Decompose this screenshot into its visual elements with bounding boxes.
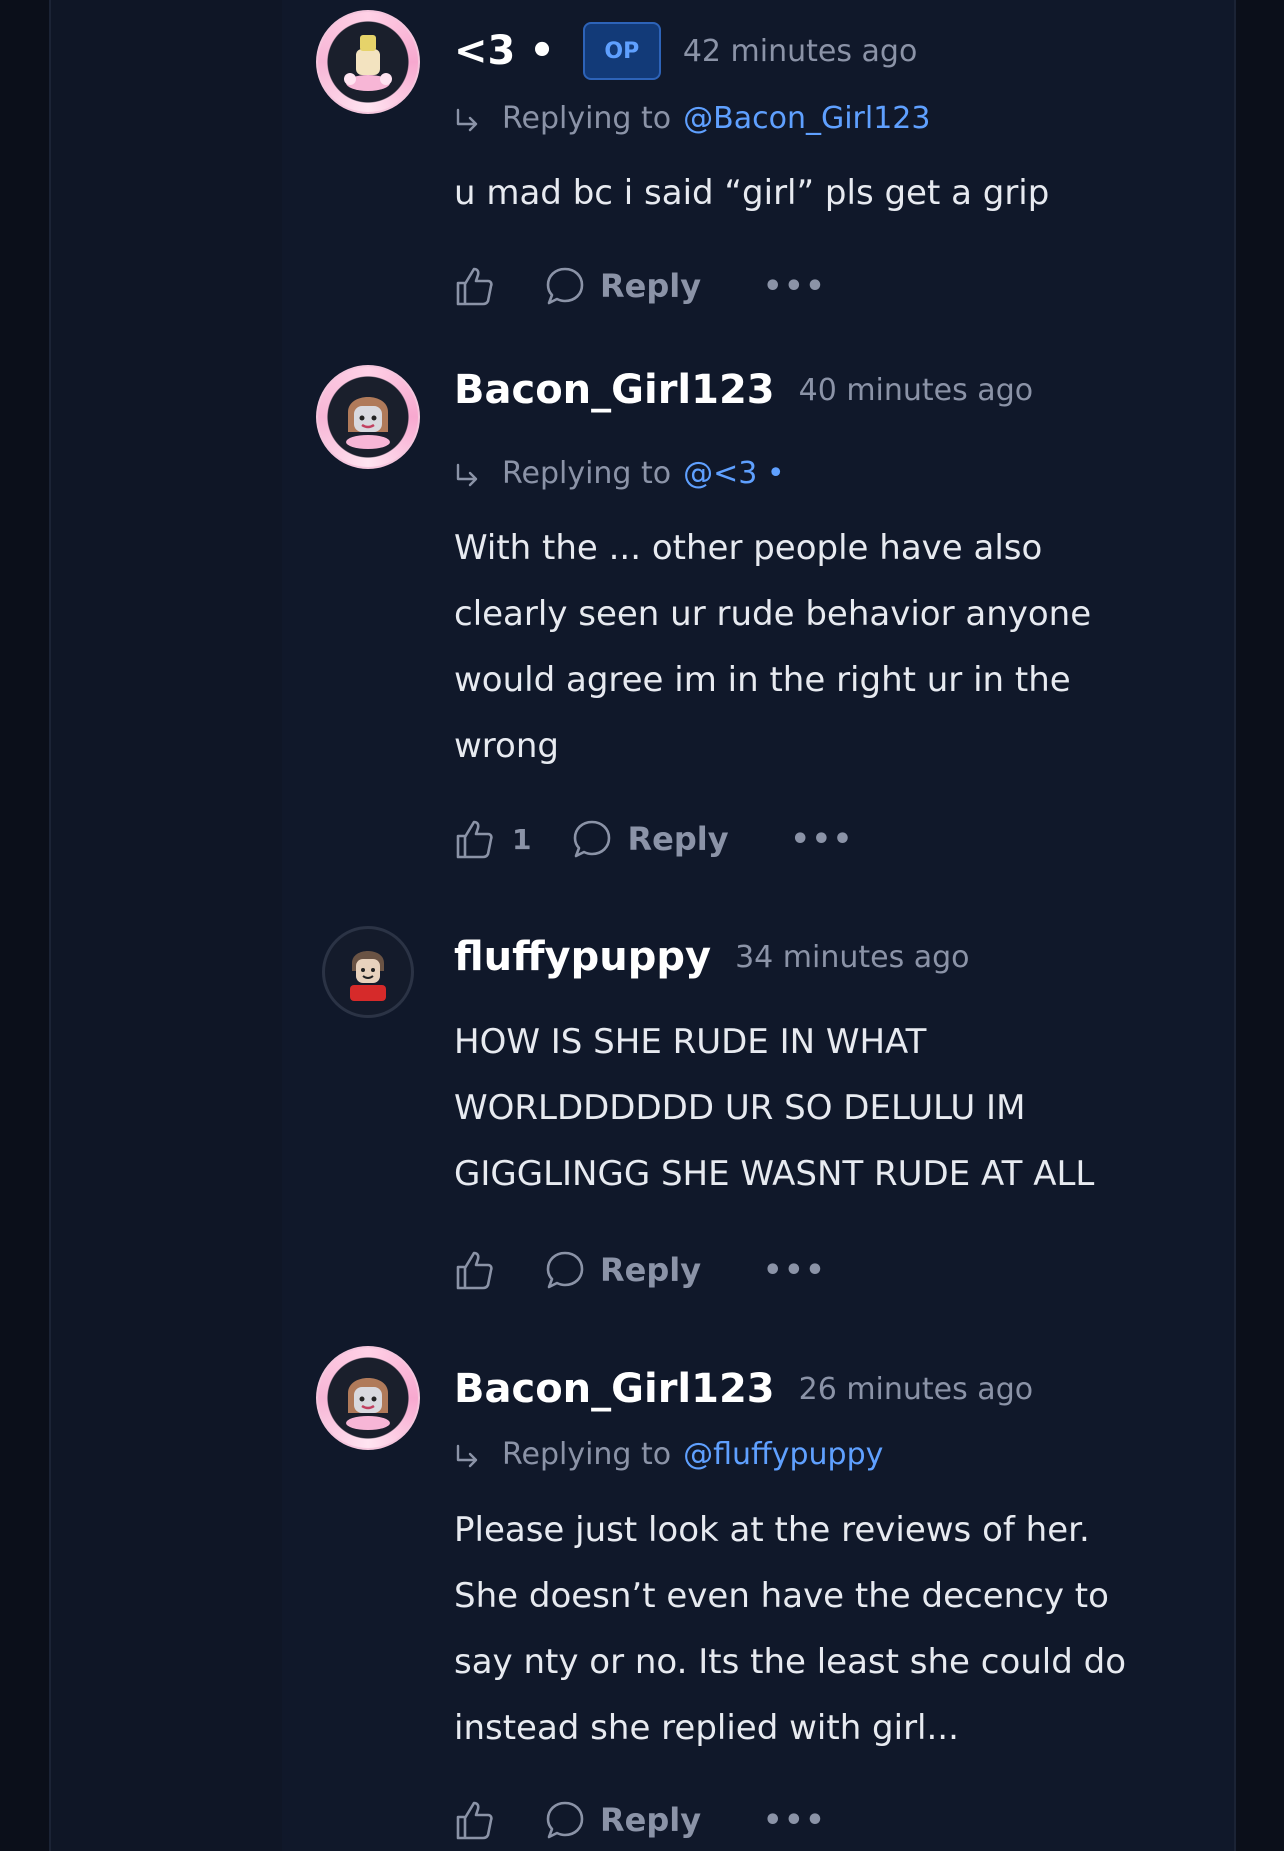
more-dots-icon[interactable]: ••• [791,822,855,857]
comment-body-line: WORLDDDDDD UR SO DELULU IM [454,1088,1026,1128]
comment-body-line: instead she replied with girl... [454,1708,959,1748]
replying-to-line: Replying to @fluffypuppy [454,1436,883,1472]
reply-label: Reply [627,820,729,858]
replying-label: Replying to [502,1436,672,1472]
comment-actions: Reply ••• [454,1796,827,1844]
more-dots-icon[interactable]: ••• [763,1253,827,1288]
avatar-image [346,1378,390,1430]
timestamp: 34 minutes ago [735,939,970,975]
username[interactable]: Bacon_Girl123 [454,1366,775,1412]
like-count: 1 [512,822,532,856]
replying-label: Replying to [502,100,672,136]
avatar[interactable] [316,10,420,114]
avatar-image [346,397,390,449]
reply-button[interactable]: Reply [544,1249,701,1291]
comment-body-line: HOW IS SHE RUDE IN WHAT [454,1022,927,1062]
reply-arrow-icon [456,1444,478,1468]
username[interactable]: fluffypuppy [454,934,711,980]
comment-body-line: wrong [454,726,559,766]
comment-body-line: She doesn’t even have the decency to [454,1576,1109,1616]
comment-body-line: clearly seen ur rude behavior anyone [454,594,1092,634]
reply-button[interactable]: Reply [571,818,729,860]
comment-body-line: With the ... other people have also [454,528,1043,568]
reply-button[interactable]: Reply [544,1799,701,1841]
comment-actions: Reply ••• [454,1246,827,1294]
op-badge: OP [582,22,661,80]
left-rail [49,0,285,1851]
reply-arrow-icon [456,463,478,487]
replying-to-line: Replying to @Bacon_Girl123 [454,100,930,136]
reply-label: Reply [600,267,702,305]
comment-body: Please just look at the reviews of her. … [454,1497,1174,1761]
like-button[interactable] [454,265,512,307]
timestamp: 40 minutes ago [798,372,1034,408]
username[interactable]: <3 • [454,28,555,74]
reply-arrow-icon [456,108,478,132]
mention-link[interactable]: @fluffypuppy [683,1437,883,1472]
speech-bubble-icon [574,820,611,858]
speech-bubble-icon [546,267,584,305]
timestamp: 42 minutes ago [682,33,918,69]
comment-body-line: would agree im in the right ur in the [454,660,1071,700]
avatar[interactable] [316,365,420,469]
username[interactable]: Bacon_Girl123 [454,367,775,413]
comment-body: With the ... other people have also clea… [454,515,1174,779]
replying-to-line: Replying to @<3 • [454,455,785,491]
thumbs-up-icon [456,1251,493,1290]
like-button[interactable]: 1 [454,818,531,860]
timestamp: 26 minutes ago [798,1371,1034,1407]
mention-link[interactable]: @<3 • [683,456,784,491]
avatar-image [350,951,386,1001]
reply-label: Reply [600,1801,702,1839]
comment-actions: Reply ••• [454,262,827,310]
avatar[interactable] [316,1346,420,1450]
speech-bubble-icon [546,1251,584,1289]
comment-body: HOW IS SHE RUDE IN WHAT WORLDDDDDD UR SO… [454,1009,1174,1207]
comment-actions: 1 Reply ••• [454,815,854,863]
avatar-image [344,35,392,91]
thumbs-up-icon [456,820,493,859]
like-button[interactable] [454,1799,512,1841]
reply-label: Reply [600,1251,702,1289]
more-dots-icon[interactable]: ••• [763,1803,827,1838]
replying-label: Replying to [502,455,672,491]
mention-link[interactable]: @Bacon_Girl123 [683,101,930,136]
comment-body-line: u mad bc i said “girl” pls get a grip [454,173,1050,213]
comment-body-line: GIGGLINGG SHE WASNT RUDE AT ALL [454,1154,1095,1194]
thumbs-up-icon [456,267,493,306]
comment-thread: <3 • OP 42 minutes ago Replying to @Baco… [282,0,1236,1851]
comment-body-line: Please just look at the reviews of her. [454,1510,1090,1550]
avatar[interactable] [322,926,414,1018]
speech-bubble-icon [546,1801,584,1839]
comment-body-line: say nty or no. Its the least she could d… [454,1642,1127,1682]
like-button[interactable] [454,1249,512,1291]
app-frame: <3 • OP 42 minutes ago Replying to @Baco… [0,0,1284,1851]
thumbs-up-icon [456,1801,493,1840]
reply-button[interactable]: Reply [544,265,701,307]
more-dots-icon[interactable]: ••• [763,269,827,304]
comment-body: u mad bc i said “girl” pls get a grip [454,160,1174,226]
